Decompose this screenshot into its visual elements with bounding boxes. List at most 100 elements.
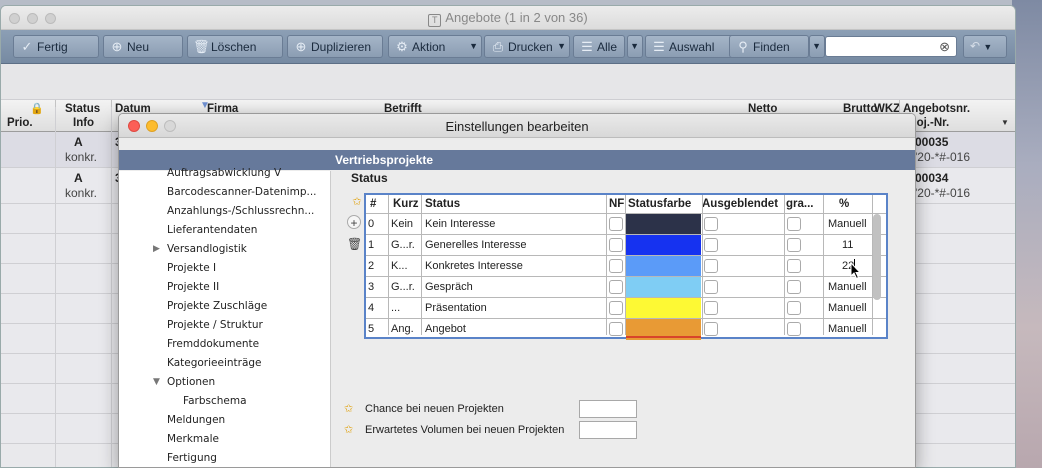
nf-checkbox[interactable] [609, 238, 623, 252]
nf-checkbox[interactable] [609, 301, 623, 315]
status-row[interactable]: 1 G...r. Generelles Interesse 11 [366, 234, 886, 256]
row-kurz[interactable]: G...r. [391, 277, 415, 298]
alle-button[interactable]: ☰ Alle [573, 35, 625, 58]
search-input[interactable]: ⊗ [825, 36, 957, 57]
nav-item[interactable]: Auftragsabwicklung V [167, 167, 281, 179]
row-status[interactable]: Kein Interesse [425, 214, 495, 235]
nav-item[interactable]: Merkmale [167, 433, 219, 445]
row-status[interactable]: Gespräch [425, 277, 473, 298]
nf-checkbox[interactable] [609, 280, 623, 294]
row-pct[interactable]: Manuell [828, 277, 867, 298]
row-pct[interactable]: 11 [842, 235, 853, 256]
nav-item[interactable]: Projekte Zuschläge [167, 300, 267, 312]
nf-checkbox[interactable] [609, 259, 623, 273]
status-row[interactable]: 2 K... Konkretes Interesse 22 [366, 255, 886, 277]
col-divider [388, 195, 389, 335]
ausgeblendet-checkbox[interactable] [704, 322, 718, 336]
gra-checkbox[interactable] [787, 280, 801, 294]
trash-icon[interactable]: 🗑 [347, 237, 362, 251]
ausgeblendet-checkbox[interactable] [704, 259, 718, 273]
color-swatch[interactable] [626, 214, 701, 235]
ausgeblendet-checkbox[interactable] [704, 280, 718, 294]
checkmark-icon: ✓ [21, 39, 33, 54]
row-kurz[interactable]: G...r. [391, 235, 415, 256]
drucken-button[interactable]: ⎙ Drucken ▼ [484, 35, 570, 58]
ausgeblendet-checkbox[interactable] [704, 238, 718, 252]
disclosure-down-icon[interactable]: ▼ [153, 377, 160, 387]
status-row[interactable]: 3 G...r. Gespräch Manuell [366, 276, 886, 298]
neu-button[interactable]: ⊕ Neu [103, 35, 183, 58]
nav-item[interactable]: Projekte II [167, 281, 219, 293]
row-pct[interactable]: Manuell [828, 298, 867, 319]
status-row[interactable]: 0 Kein Kein Interesse Manuell [366, 213, 886, 235]
star-icon: ✩ [344, 424, 354, 436]
chevron-down-icon: ▼ [983, 42, 993, 52]
gra-checkbox[interactable] [787, 217, 801, 231]
nav-item[interactable]: Farbschema [183, 395, 247, 407]
row-status[interactable]: Angebot [425, 319, 466, 340]
status-row[interactable]: 4 ... Präsentation Manuell [366, 297, 886, 319]
fertig-button[interactable]: ✓ Fertig [13, 35, 99, 58]
duplizieren-button[interactable]: ⊕ Duplizieren [287, 35, 383, 58]
color-swatch[interactable] [626, 298, 701, 319]
row-num: 3 [368, 281, 375, 293]
aktion-button[interactable]: ⚙ Aktion ▼ [388, 35, 482, 58]
row-kurz[interactable]: Ang. [391, 319, 414, 340]
ausgeblendet-checkbox[interactable] [704, 301, 718, 315]
nav-item[interactable]: Fremddokumente [167, 338, 259, 350]
chance-input[interactable] [579, 400, 637, 418]
nav-item[interactable]: Lieferantendaten [167, 224, 257, 236]
color-swatch[interactable] [626, 235, 701, 256]
row-num: 5 [368, 323, 375, 335]
volumen-input[interactable] [579, 421, 637, 439]
row-status: A [74, 171, 83, 185]
chevron-down-icon: ▼ [469, 41, 478, 51]
add-row-icon[interactable]: + [347, 215, 361, 230]
back-button[interactable]: ↶ ▼ [963, 35, 1007, 58]
clear-icon[interactable]: ⊗ [939, 39, 950, 55]
gra-checkbox[interactable] [787, 259, 801, 273]
finden-dropdown[interactable]: ▼ [809, 35, 825, 58]
nav-item[interactable]: Barcodescanner-Datenimp... [167, 186, 317, 198]
nav-item[interactable]: Versandlogistik [167, 243, 247, 255]
color-swatch-partial [626, 336, 701, 338]
reply-icon: ↶ [970, 39, 981, 53]
nav-item[interactable]: Optionen [167, 376, 215, 388]
nav-item[interactable]: Projekte I [167, 262, 216, 274]
trash-icon: 🗑 [193, 39, 210, 54]
alle-dropdown[interactable]: ▼ [627, 35, 643, 58]
col-status[interactable]: Status [65, 103, 100, 115]
nav-item[interactable]: Meldungen [167, 414, 225, 426]
row-pct[interactable]: Manuell [828, 319, 867, 340]
gra-checkbox[interactable] [787, 322, 801, 336]
disclosure-right-icon[interactable]: ▶ [153, 244, 160, 254]
nav-item[interactable]: Anzahlungs-/Schlussrechn... [167, 205, 314, 217]
row-kurz[interactable]: ... [391, 298, 400, 319]
row-status[interactable]: Generelles Interesse [425, 235, 527, 256]
row-kurz[interactable]: Kein [391, 214, 413, 235]
dialog-spacer [119, 138, 915, 150]
nf-checkbox[interactable] [609, 217, 623, 231]
grid-line [111, 107, 112, 467]
row-pct[interactable]: Manuell [828, 214, 867, 235]
row-status[interactable]: Konkretes Interesse [425, 256, 523, 277]
nf-checkbox[interactable] [609, 322, 623, 336]
ausgeblendet-checkbox[interactable] [704, 217, 718, 231]
col-prio[interactable]: Prio. [7, 117, 33, 129]
loeschen-button[interactable]: 🗑Löschen [187, 35, 283, 58]
gra-checkbox[interactable] [787, 301, 801, 315]
nav-item[interactable]: Fertigung [167, 452, 217, 464]
col-info[interactable]: Info [73, 117, 94, 129]
row-num: 0 [368, 218, 375, 230]
row-info: konkr. [65, 150, 98, 164]
finden-button[interactable]: ⚲ Finden [729, 35, 809, 58]
row-kurz[interactable]: K... [391, 256, 408, 277]
nav-item[interactable]: Kategorieeinträge [167, 357, 262, 369]
auswahl-button[interactable]: ☰Auswahl▼ [645, 35, 741, 58]
color-swatch[interactable] [626, 277, 701, 298]
nav-item[interactable]: Projekte / Struktur [167, 319, 263, 331]
gra-checkbox[interactable] [787, 238, 801, 252]
color-swatch[interactable] [626, 256, 701, 277]
table-scrollbar[interactable] [873, 214, 881, 300]
row-status[interactable]: Präsentation [425, 298, 487, 319]
